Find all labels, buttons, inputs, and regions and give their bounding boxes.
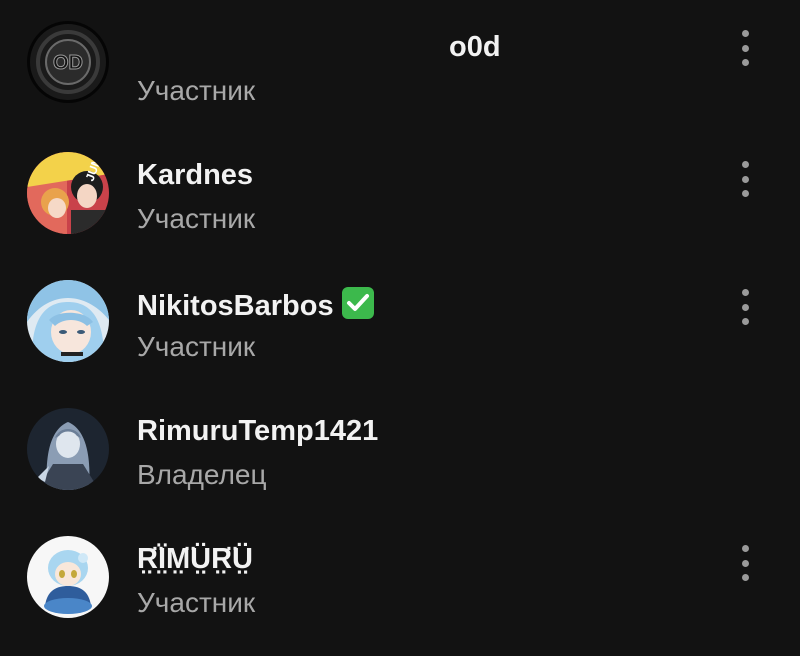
dot-icon bbox=[741, 59, 749, 66]
dot-icon bbox=[741, 318, 749, 325]
dot-icon bbox=[741, 30, 749, 37]
member-name[interactable]: Kardnes bbox=[137, 159, 253, 192]
member-role: Участник bbox=[137, 203, 256, 234]
member-row[interactable]: JUMP Kardnes Участник bbox=[0, 128, 800, 256]
verified-check-icon bbox=[341, 287, 374, 319]
dot-icon bbox=[741, 190, 749, 197]
avatar[interactable] bbox=[27, 536, 109, 618]
dot-icon bbox=[741, 44, 749, 52]
avatar-logo-text: OD bbox=[53, 52, 83, 74]
member-role: Участник bbox=[137, 75, 256, 106]
avatar[interactable] bbox=[27, 408, 109, 490]
avatar[interactable]: JUMP bbox=[27, 152, 109, 234]
member-name[interactable]: o0d bbox=[449, 31, 501, 64]
more-options-button[interactable] bbox=[730, 30, 760, 66]
more-options-button[interactable] bbox=[730, 545, 760, 581]
member-row[interactable]: RimuruTemp1421 Владелец bbox=[0, 384, 800, 512]
member-row[interactable]: NikitosBarbos Участник bbox=[0, 256, 800, 384]
dot-icon bbox=[741, 545, 749, 552]
dot-icon bbox=[741, 175, 749, 183]
member-row[interactable]: OD o0d Участник bbox=[0, 0, 800, 128]
dot-icon bbox=[741, 303, 749, 311]
dot-icon bbox=[741, 161, 749, 168]
member-role: Участник bbox=[137, 587, 256, 618]
member-role: Владелец bbox=[137, 459, 267, 490]
member-role: Участник bbox=[137, 331, 256, 362]
member-row[interactable]: R̤̈Ï̤M̤̈Ṳ̈R̤̈Ṳ̈ Участник bbox=[0, 512, 800, 640]
members-list: OD o0d Участник JUMP Kardnes Участник Ni… bbox=[0, 0, 800, 656]
more-options-button[interactable] bbox=[730, 161, 760, 197]
dot-icon bbox=[741, 574, 749, 581]
member-name[interactable]: R̤̈Ï̤M̤̈Ṳ̈R̤̈Ṳ̈ bbox=[137, 543, 253, 576]
avatar[interactable] bbox=[27, 280, 109, 362]
dot-icon bbox=[741, 289, 749, 296]
avatar[interactable]: OD bbox=[27, 21, 109, 103]
member-name-text: NikitosBarbos bbox=[137, 290, 334, 322]
member-name[interactable]: RimuruTemp1421 bbox=[137, 415, 378, 448]
member-name[interactable]: NikitosBarbos bbox=[137, 287, 374, 323]
more-options-button[interactable] bbox=[730, 289, 760, 325]
dot-icon bbox=[741, 559, 749, 567]
